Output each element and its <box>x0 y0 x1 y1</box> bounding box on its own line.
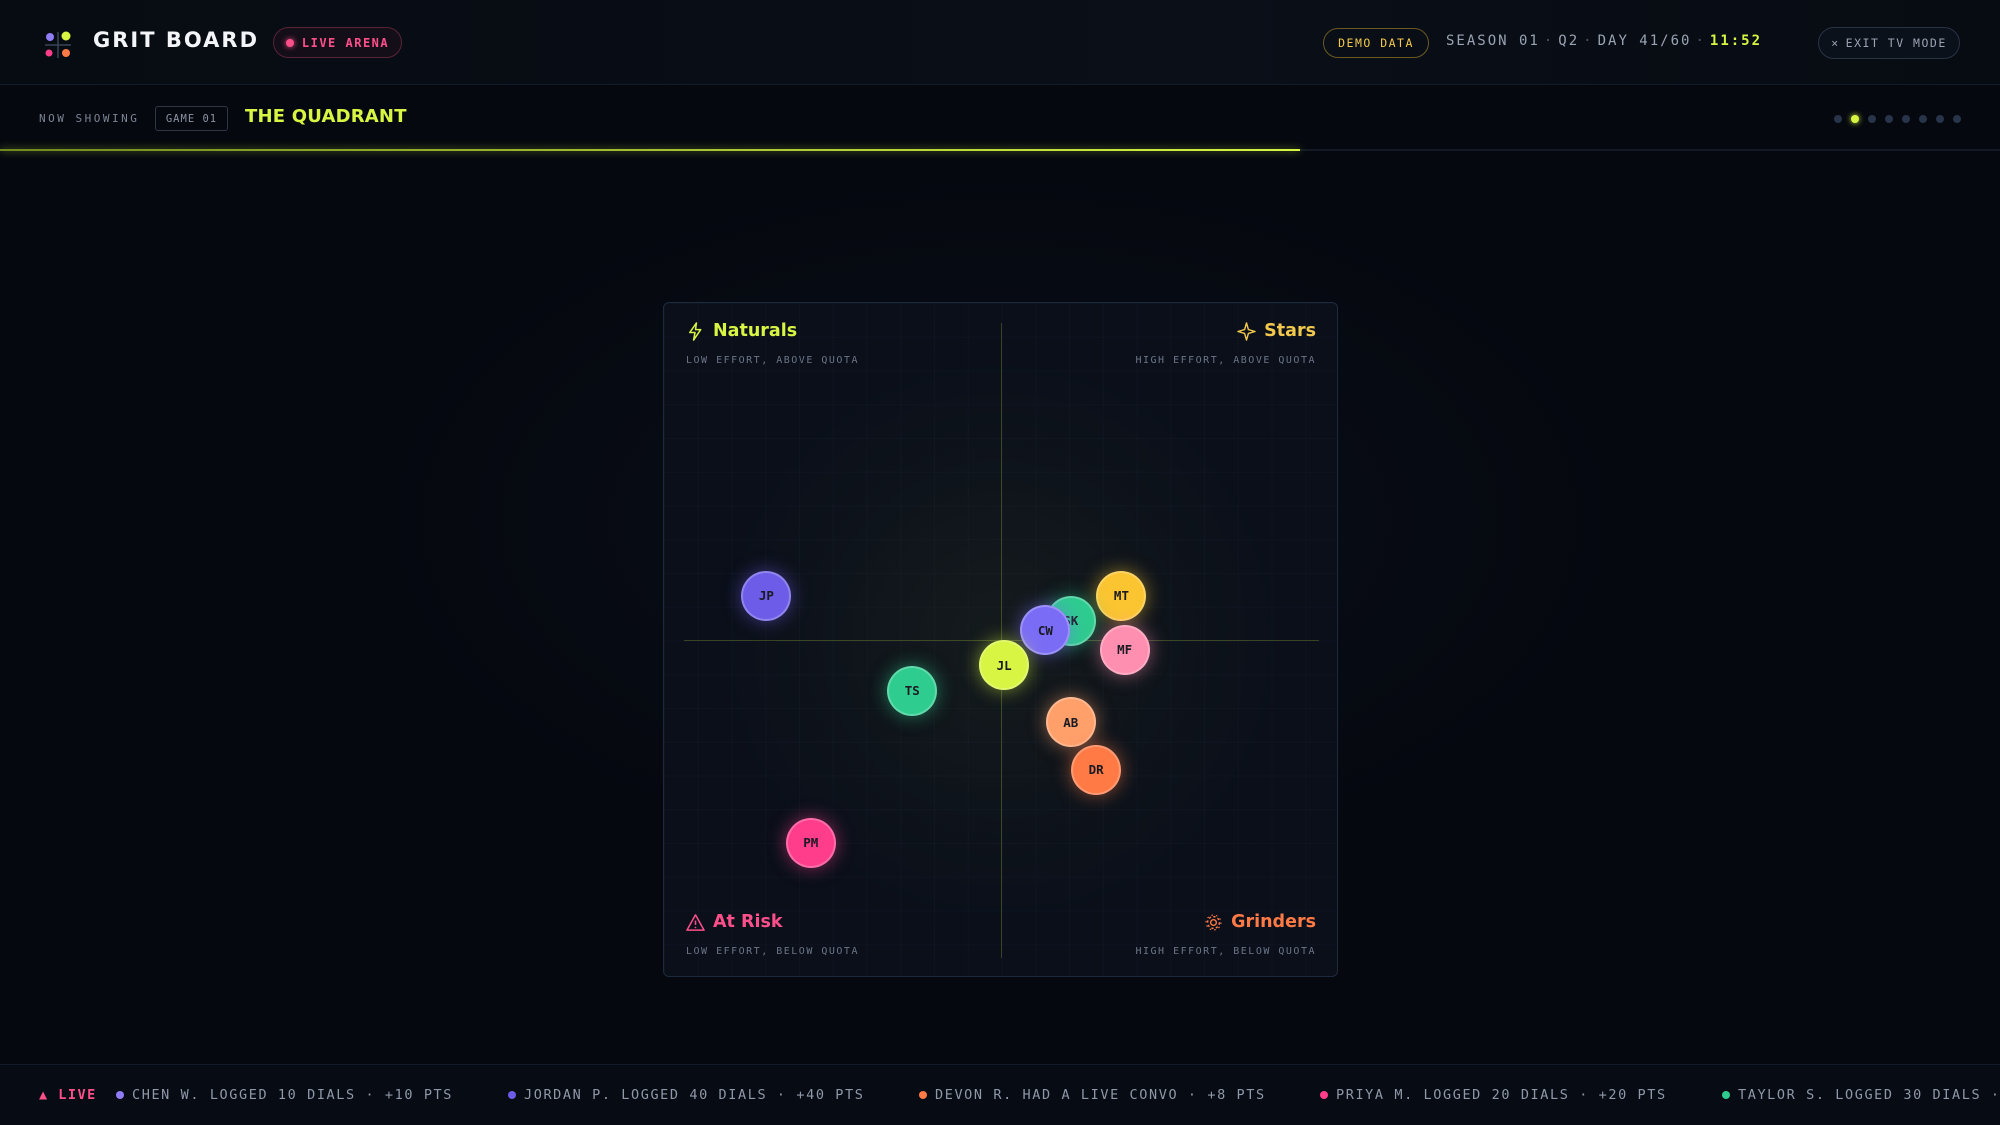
ticker-item: DEVON R. HAD A LIVE CONVO · +8 PTS <box>919 1087 1266 1103</box>
ticker-dot-icon <box>1722 1091 1730 1099</box>
ticker-text: JORDAN P. LOGGED 40 DIALS · +40 PTS <box>524 1087 865 1103</box>
close-icon: × <box>1831 36 1840 50</box>
quadrant-title-grinders: Grinders <box>1204 912 1316 932</box>
season-status: SEASON 01 · Q2 · DAY 41/60 · 11:52 <box>1446 33 1762 49</box>
player-point-mf[interactable]: MF <box>1099 624 1150 675</box>
separator: · <box>1583 33 1594 49</box>
now-showing-label: NOW SHOWING <box>39 112 140 125</box>
quadrant-title-stars: Stars <box>1237 321 1316 341</box>
exit-tv-mode-button[interactable]: × EXIT TV MODE <box>1818 27 1960 59</box>
bolt-icon <box>689 321 702 341</box>
quadrant-label: Grinders <box>1231 912 1316 932</box>
season-label: SEASON 01 <box>1446 33 1540 49</box>
quadrant-subtitle-grinders: HIGH EFFORT, BELOW QUOTA <box>1135 946 1316 957</box>
ticker-live-label: ▲ LIVE <box>39 1087 97 1103</box>
ticker-dot-icon <box>508 1091 516 1099</box>
quadrant-subtitle-stars: HIGH EFFORT, ABOVE QUOTA <box>1135 355 1316 366</box>
activity-ticker: ▲ LIVE CHEN W. LOGGED 10 DIALS · +10 PTS… <box>0 1064 2000 1125</box>
quadrant-label: Naturals <box>713 321 798 341</box>
ticker-item: TAYLOR S. LOGGED 30 DIALS · +30 PTS <box>1722 1087 2000 1103</box>
game-pager-dot[interactable] <box>1902 115 1910 123</box>
game-title: THE QUADRANT <box>245 106 407 127</box>
game-pager-dot[interactable] <box>1834 115 1842 123</box>
quadrant-title-naturals: Naturals <box>686 321 797 341</box>
game-number-chip: GAME 01 <box>155 106 228 131</box>
now-showing-bar: NOW SHOWING GAME 01 THE QUADRANT <box>0 86 2000 150</box>
clock: 11:52 <box>1709 33 1763 49</box>
demo-data-badge: DEMO DATA <box>1323 28 1429 58</box>
live-dot-icon <box>285 38 294 47</box>
game-pager-dot[interactable] <box>1885 115 1893 123</box>
quadrant-label: Stars <box>1264 321 1316 341</box>
ticker-text: TAYLOR S. LOGGED 30 DIALS · +30 PTS <box>1738 1087 2000 1103</box>
quadrant-chart: Naturals LOW EFFORT, ABOVE QUOTA Stars H… <box>663 302 1338 977</box>
game-pager-dot[interactable] <box>1919 115 1927 123</box>
player-point-ab[interactable]: AB <box>1045 697 1096 748</box>
live-arena-badge: LIVE ARENA <box>273 27 402 58</box>
game-progress-track <box>0 149 2000 151</box>
quadrant-subtitle-at-risk: LOW EFFORT, BELOW QUOTA <box>686 946 859 957</box>
game-progress-fill <box>0 149 1300 151</box>
quadrant-subtitle-naturals: LOW EFFORT, ABOVE QUOTA <box>686 355 859 366</box>
ticker-dot-icon <box>1320 1091 1328 1099</box>
brand-name: GRIT BOARD <box>93 28 260 52</box>
quarter-label: Q2 <box>1558 33 1580 49</box>
player-point-cw[interactable]: CW <box>1020 605 1071 656</box>
ticker-item: PRIYA M. LOGGED 20 DIALS · +20 PTS <box>1320 1087 1667 1103</box>
exit-tv-mode-label: EXIT TV MODE <box>1845 36 1947 50</box>
ticker-text: DEVON R. HAD A LIVE CONVO · +8 PTS <box>935 1087 1266 1103</box>
ticker-dot-icon <box>116 1091 124 1099</box>
quadrant-title-at-risk: At Risk <box>686 912 783 932</box>
gear-icon <box>1205 914 1222 930</box>
game-pager-dot[interactable] <box>1851 115 1859 123</box>
warning-icon <box>686 913 705 931</box>
quadrant-label: At Risk <box>713 912 783 932</box>
player-point-mt[interactable]: MT <box>1096 570 1147 621</box>
separator: · <box>1543 33 1555 49</box>
ticker-item: CHEN W. LOGGED 10 DIALS · +10 PTS <box>116 1087 453 1103</box>
ticker-text: PRIYA M. LOGGED 20 DIALS · +20 PTS <box>1336 1087 1667 1103</box>
live-arena-label: LIVE ARENA <box>301 35 390 50</box>
player-point-ts[interactable]: TS <box>887 665 938 716</box>
ticker-dot-icon <box>919 1091 927 1099</box>
game-pager-dots[interactable] <box>1834 115 1961 123</box>
player-point-dr[interactable]: DR <box>1071 744 1122 795</box>
game-pager-dot[interactable] <box>1868 115 1876 123</box>
ticker-item: JORDAN P. LOGGED 40 DIALS · +40 PTS <box>508 1087 864 1103</box>
player-point-jp[interactable]: JP <box>741 570 792 621</box>
day-counter: DAY 41/60 <box>1597 33 1692 49</box>
game-pager-dot[interactable] <box>1936 115 1944 123</box>
game-pager-dot[interactable] <box>1953 115 1961 123</box>
player-point-pm[interactable]: PM <box>785 817 836 868</box>
top-bar: GRIT BOARD LIVE ARENA DEMO DATA SEASON 0… <box>0 0 2000 85</box>
sparkle-icon <box>1237 321 1256 341</box>
separator: · <box>1695 33 1706 49</box>
grit-board-logo-icon <box>45 31 71 58</box>
player-point-jl[interactable]: JL <box>979 640 1030 691</box>
ticker-text: CHEN W. LOGGED 10 DIALS · +10 PTS <box>132 1087 454 1103</box>
